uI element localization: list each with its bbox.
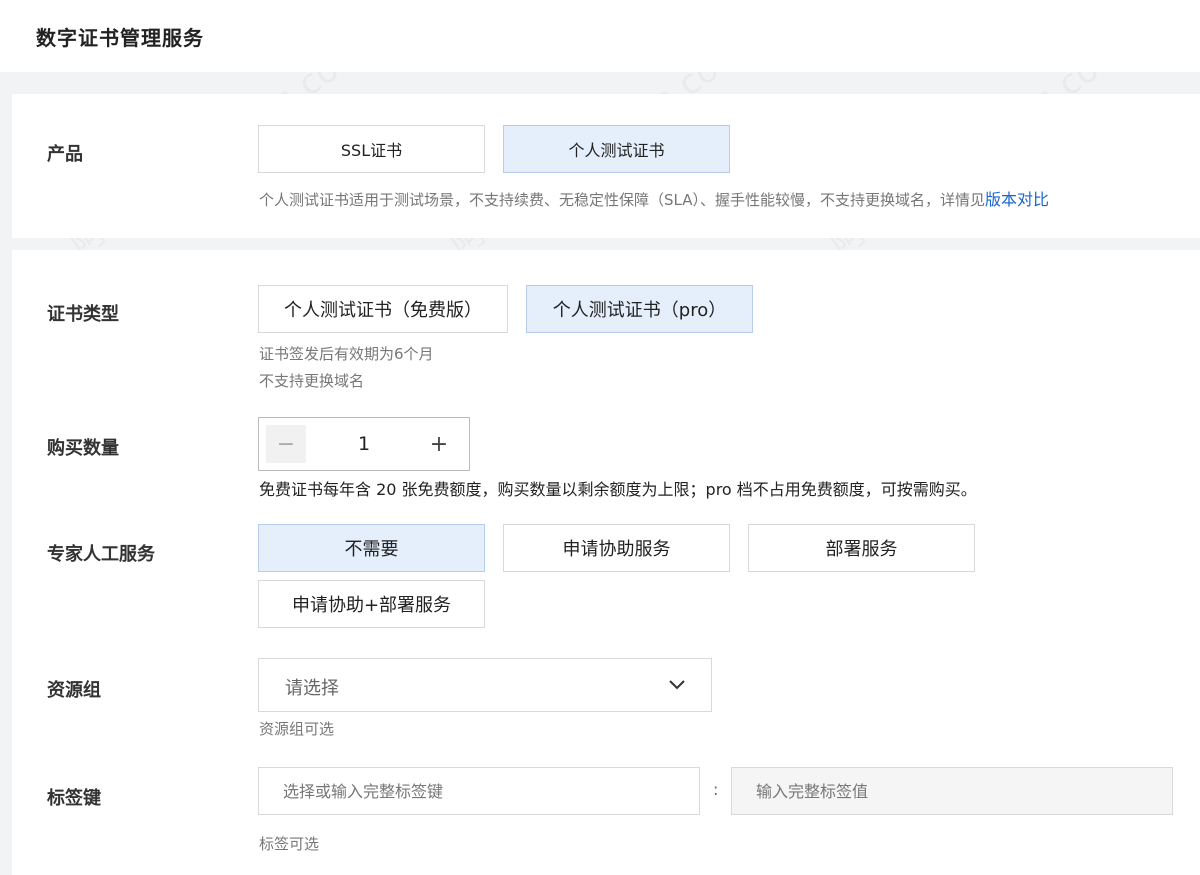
page-title: 数字证书管理服务 (36, 26, 204, 50)
expert-service-label: 专家人工服务 (47, 544, 155, 565)
cert-type-option-pro[interactable]: 个人测试证书（pro） (526, 285, 753, 333)
tag-hint: 标签可选 (259, 835, 320, 853)
version-compare-link[interactable]: 版本对比 (985, 190, 1049, 209)
tag-key-input[interactable] (258, 767, 700, 815)
resource-group-label: 资源组 (47, 680, 101, 701)
tag-separator: : (713, 780, 719, 799)
quantity-label: 购买数量 (47, 438, 119, 459)
quantity-value[interactable]: 1 (319, 418, 409, 470)
product-label: 产品 (47, 144, 83, 165)
cert-validity-hint: 证书签发后有效期为6个月 (259, 345, 434, 363)
expert-option-assist[interactable]: 申请协助服务 (503, 524, 730, 572)
resource-group-placeholder: 请选择 (285, 678, 339, 699)
resource-group-hint: 资源组可选 (259, 720, 335, 738)
decrement-button[interactable]: − (266, 425, 306, 463)
increment-button[interactable]: + (419, 425, 459, 463)
quantity-hint: 免费证书每年含 20 张免费额度，购买数量以剩余额度为上限；pro 档不占用免费… (259, 480, 977, 499)
resource-group-select[interactable]: 请选择 (258, 658, 712, 712)
tag-value-input[interactable] (731, 767, 1173, 815)
page-header: 数字证书管理服务 (0, 0, 1200, 72)
chevron-down-icon (669, 680, 685, 690)
expert-option-assist-deploy[interactable]: 申请协助+部署服务 (258, 580, 485, 628)
product-option-ssl[interactable]: SSL证书 (258, 125, 485, 173)
tag-key-label: 标签键 (47, 788, 101, 809)
product-hint: 个人测试证书适用于测试场景，不支持续费、无稳定性保障（SLA）、握手性能较慢，不… (259, 186, 1049, 210)
expert-option-none[interactable]: 不需要 (258, 524, 485, 572)
expert-option-deploy[interactable]: 部署服务 (748, 524, 975, 572)
cert-domain-hint: 不支持更换域名 (259, 372, 365, 390)
quantity-stepper: − 1 + (258, 417, 470, 471)
product-hint-text: 个人测试证书适用于测试场景，不支持续费、无稳定性保障（SLA）、握手性能较慢，不… (259, 191, 985, 209)
cert-type-label: 证书类型 (47, 304, 119, 325)
cert-type-option-free[interactable]: 个人测试证书（免费版） (258, 285, 508, 333)
product-option-personal-test[interactable]: 个人测试证书 (503, 125, 730, 173)
